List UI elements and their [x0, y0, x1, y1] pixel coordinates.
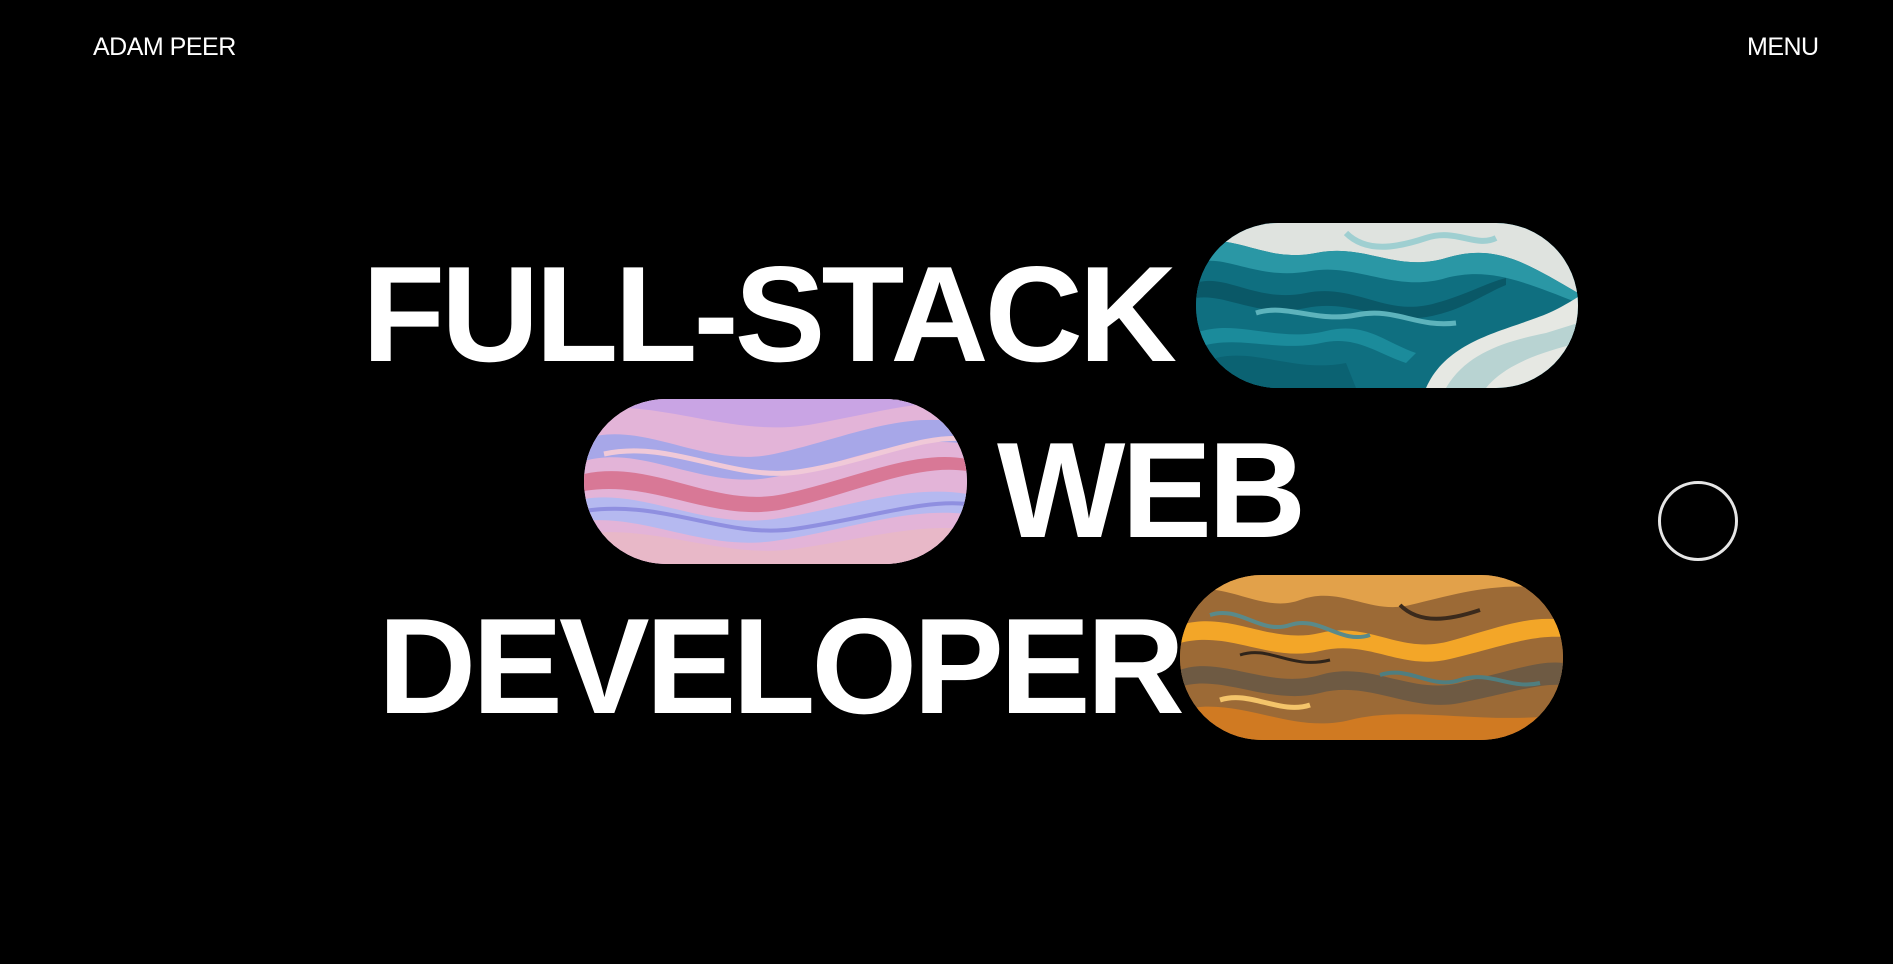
hero-image-amber-marble — [1180, 575, 1563, 740]
hero-line-full-stack: FULL-STACK — [362, 238, 1177, 390]
brand-logo-link[interactable]: ADAM PEER — [93, 32, 236, 62]
menu-button[interactable]: MENU — [1747, 32, 1819, 62]
hero-image-teal-marble — [1196, 223, 1578, 388]
cursor-ring-icon — [1658, 481, 1738, 561]
hero-line-web: WEB — [997, 414, 1306, 566]
hero-image-pink-marble — [584, 399, 967, 564]
hero-line-developer: DEVELOPER — [378, 590, 1185, 742]
